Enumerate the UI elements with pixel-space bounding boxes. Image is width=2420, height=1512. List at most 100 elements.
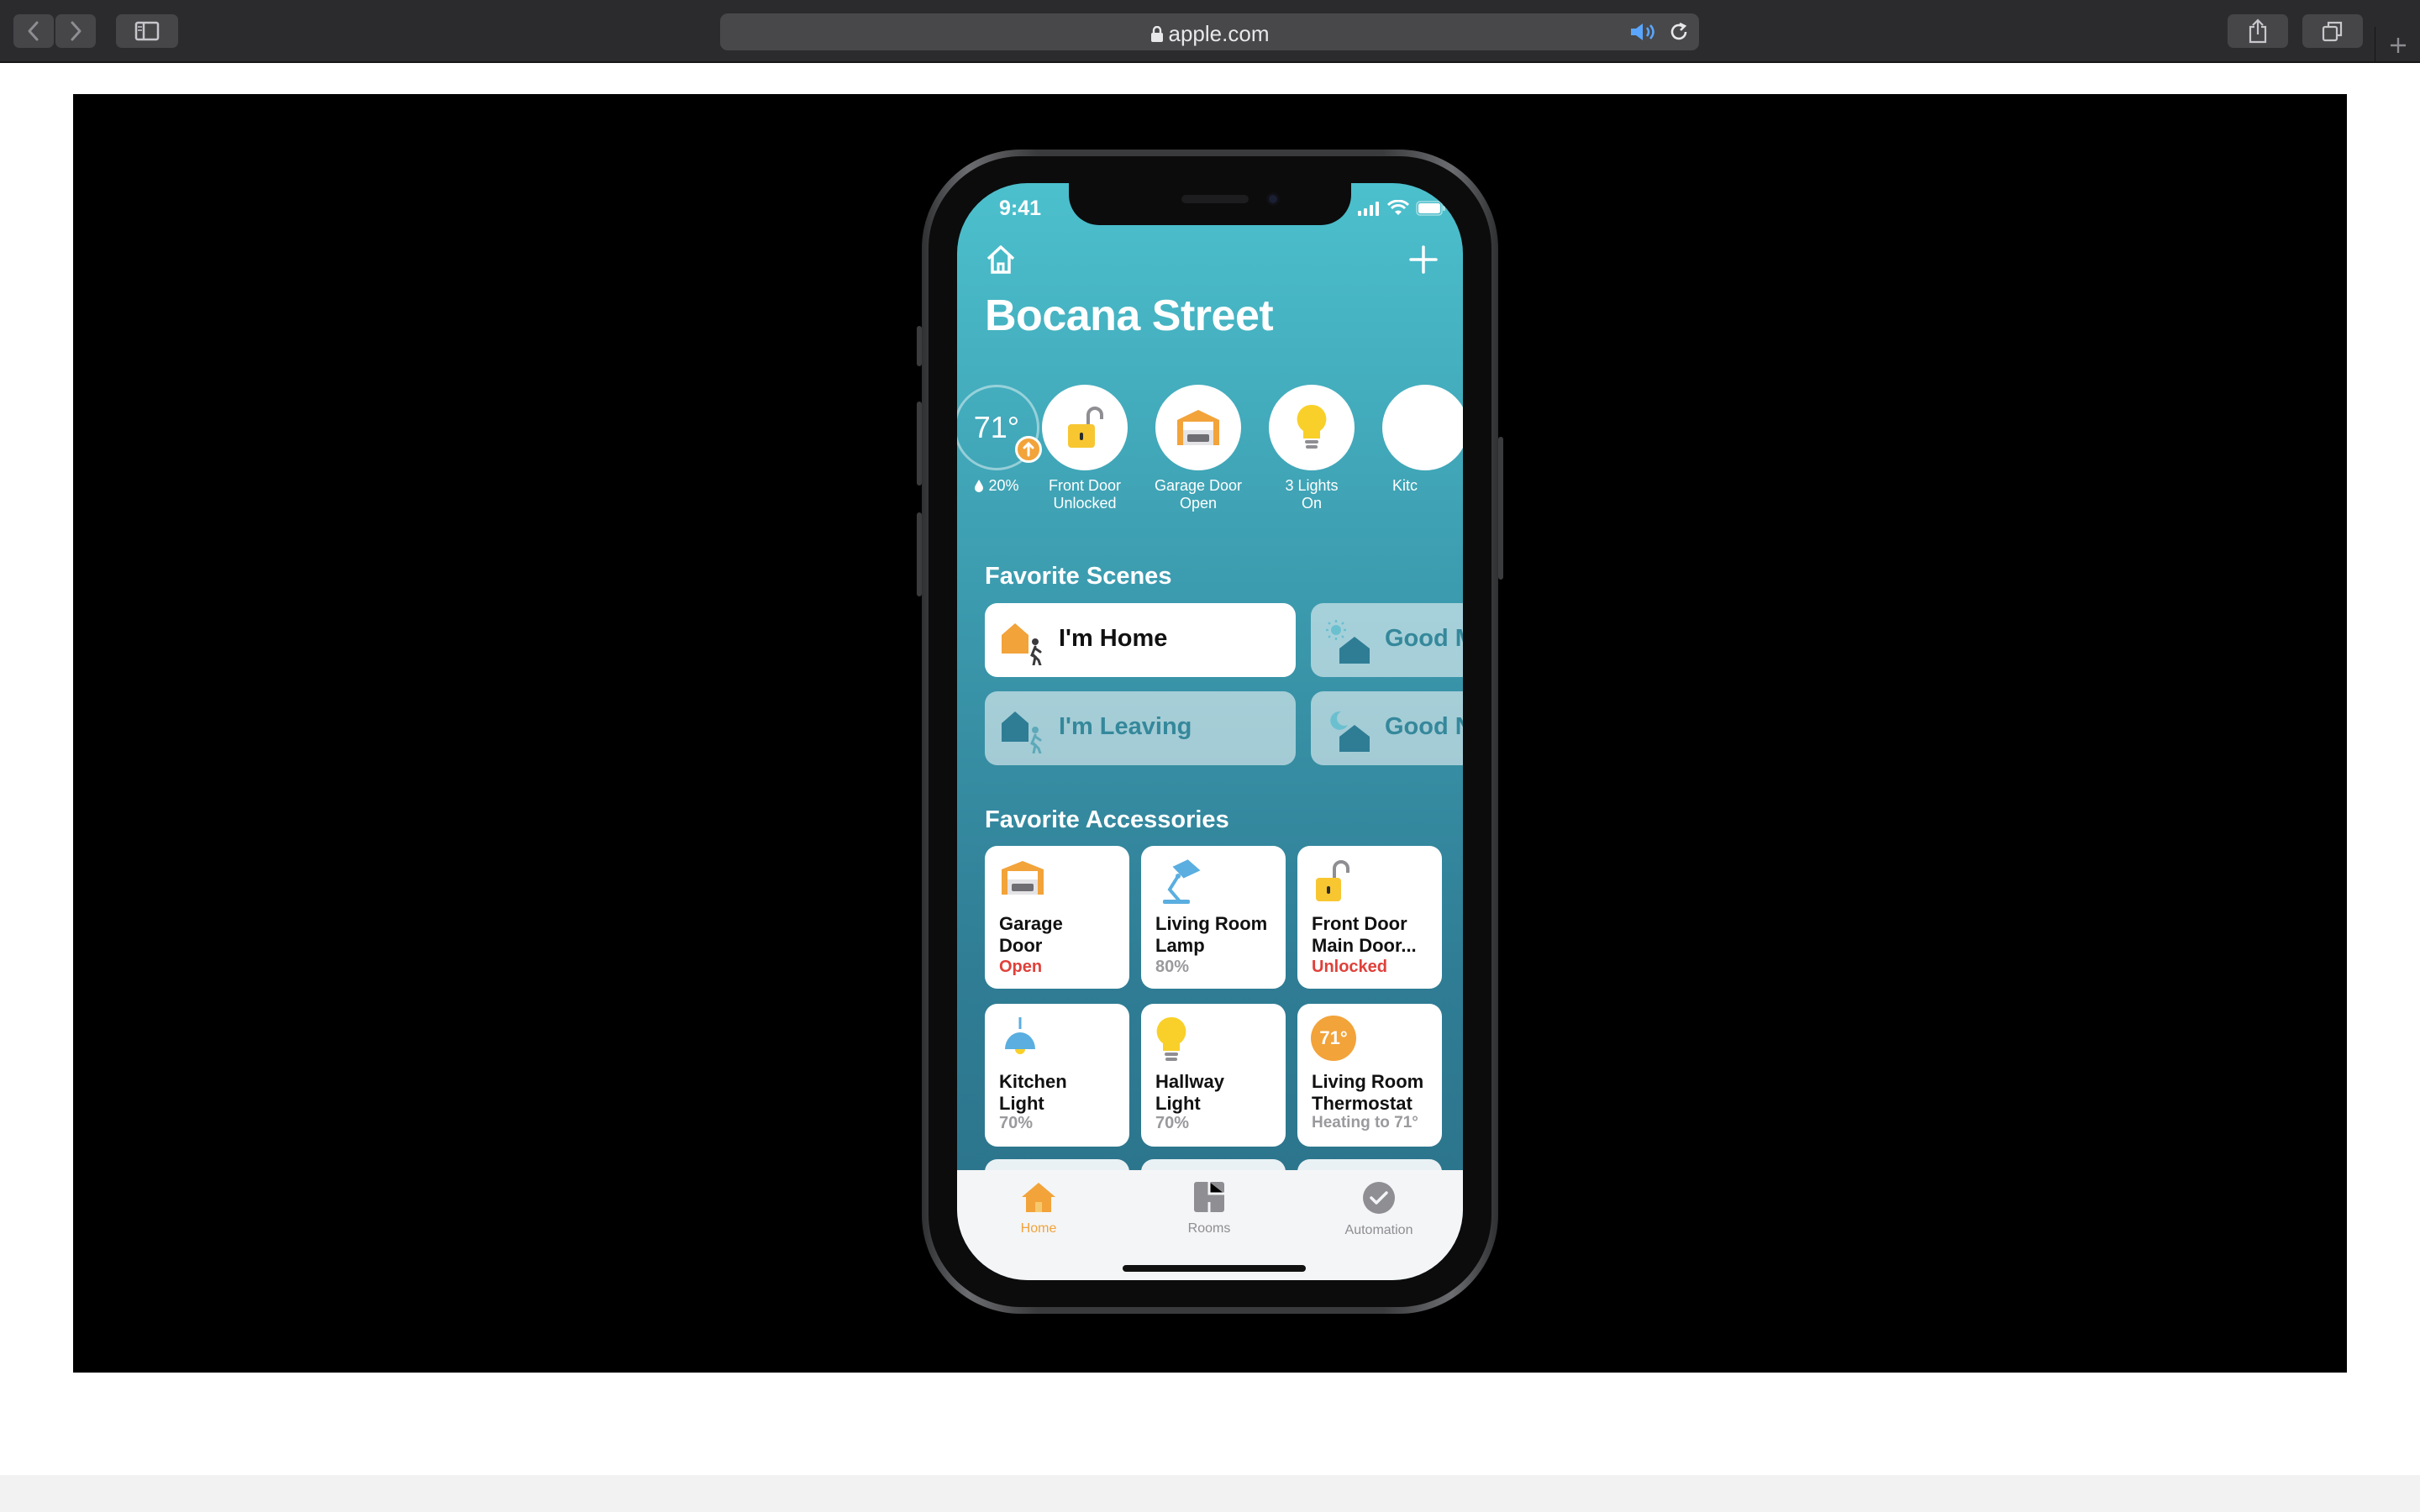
accessory-name: Door xyxy=(999,935,1043,956)
temperature-dial: 71° xyxy=(957,385,1042,470)
favorite-accessories-title: Favorite Accessories xyxy=(985,806,1229,833)
back-button[interactable] xyxy=(13,14,54,48)
home-arrive-icon xyxy=(1002,623,1042,665)
share-icon xyxy=(2249,18,2267,44)
house-icon xyxy=(1022,1183,1055,1212)
sidebar-button[interactable] xyxy=(116,14,178,48)
kitchen-label: Kitc xyxy=(1392,477,1418,494)
garage-door-state: Open xyxy=(1179,495,1218,512)
home-title: Bocana Street xyxy=(985,291,1274,340)
reload-icon[interactable] xyxy=(1668,21,1690,43)
browser-toolbar: apple.com xyxy=(0,0,2420,63)
accessory-state: 80% xyxy=(1155,958,1190,976)
side-button xyxy=(1498,437,1503,580)
tab-automation[interactable]: Automation xyxy=(1328,1180,1429,1238)
sun-home-icon xyxy=(1326,620,1370,664)
new-tab-button[interactable] xyxy=(2375,27,2420,63)
home-indicator[interactable] xyxy=(1123,1265,1306,1272)
accessory-garage-door[interactable]: Garage Door Open xyxy=(985,846,1129,989)
signal-icon xyxy=(1358,201,1379,216)
lock-open-icon xyxy=(1316,860,1349,901)
accessory-state: Heating to 71° xyxy=(1312,1114,1418,1131)
notch xyxy=(1069,183,1351,225)
battery-icon xyxy=(1416,200,1445,216)
home-icon[interactable] xyxy=(984,244,1018,276)
lock-open-icon xyxy=(1068,407,1103,448)
lock-icon xyxy=(1150,26,1163,42)
front-door-state: Unlocked xyxy=(1053,495,1117,512)
accessory-name: Hallway xyxy=(1155,1071,1224,1092)
accessory-kitchen-light[interactable]: Kitchen Light 70% xyxy=(985,1004,1129,1147)
scene-im-home[interactable]: I'm Home xyxy=(985,603,1296,677)
scene-good-morning[interactable]: Good M xyxy=(1311,603,1463,677)
accessory-name: Main Door... xyxy=(1312,935,1417,956)
accessory-name: Living Room xyxy=(1155,913,1268,934)
garage-door-label: Garage Door xyxy=(1154,477,1243,494)
address-bar[interactable]: apple.com xyxy=(720,13,1699,50)
home-app-screen: 9:41 Bocana Street 71° Front Door 20% xyxy=(957,183,1463,1280)
front-door-label: Front Door xyxy=(1048,477,1122,494)
accessory-state: 70% xyxy=(1155,1114,1190,1132)
accessory-name: Lamp xyxy=(1155,935,1205,956)
scene-label: I'm Leaving xyxy=(1059,713,1192,740)
garage-door-status[interactable]: Garage Door Open xyxy=(1144,385,1253,512)
home-leave-icon xyxy=(1002,711,1042,753)
front-camera xyxy=(1266,192,1280,206)
tabs-icon xyxy=(2322,21,2343,42)
accessory-state: Open xyxy=(999,958,1043,976)
chevron-left-icon xyxy=(28,21,39,41)
status-row: 71° Front Door 20% Front DoorUnlocked Gar… xyxy=(957,385,1463,519)
status-icons xyxy=(1357,200,1446,216)
scene-label: I'm Home xyxy=(1059,625,1168,652)
scene-good-night[interactable]: Good N xyxy=(1311,691,1463,765)
garage-icon xyxy=(1177,410,1219,445)
accessory-name: Light xyxy=(1155,1093,1201,1114)
kitchen-status-partial[interactable]: Kitc xyxy=(1370,385,1463,495)
accessory-name: Kitchen xyxy=(999,1071,1067,1092)
accessory-name: Light xyxy=(999,1093,1044,1114)
accessory-name: Thermostat xyxy=(1312,1093,1413,1114)
thermostat-icon: 71° xyxy=(1311,1016,1356,1061)
url-text: apple.com xyxy=(1168,21,1270,46)
tab-bar: Home Rooms Automation xyxy=(957,1170,1463,1280)
front-door-status[interactable]: Front Door Unlocked xyxy=(1030,385,1139,512)
droplet-icon xyxy=(975,480,984,492)
accessory-living-room-thermostat[interactable]: 71° Living Room Thermostat Heating to 71° xyxy=(1297,1004,1442,1147)
share-button[interactable] xyxy=(2228,14,2288,48)
wifi-icon xyxy=(1387,200,1409,215)
lamp-icon xyxy=(1163,859,1201,904)
automation-icon xyxy=(1363,1182,1395,1214)
pendant-light-icon xyxy=(1005,1017,1035,1054)
accessory-name: Living Room xyxy=(1312,1071,1424,1092)
lights-state: On xyxy=(1301,495,1322,512)
favorite-scenes-title: Favorite Scenes xyxy=(985,563,1172,590)
speaker-icon[interactable] xyxy=(1629,21,1658,43)
bulb-icon xyxy=(1297,404,1327,449)
tabs-button[interactable] xyxy=(2302,14,2363,48)
sidebar-icon xyxy=(134,21,160,41)
tab-label: Home xyxy=(1020,1221,1057,1236)
accessory-front-door[interactable]: Front Door Main Door... Unlocked xyxy=(1297,846,1442,989)
forward-button[interactable] xyxy=(55,14,96,48)
accessory-state: Unlocked xyxy=(1312,958,1388,976)
silent-switch xyxy=(917,326,922,366)
scene-label: Good M xyxy=(1385,625,1463,652)
add-icon[interactable] xyxy=(1409,245,1438,274)
accessory-living-room-lamp[interactable]: Living Room Lamp 80% xyxy=(1141,846,1286,989)
scene-label: Good N xyxy=(1385,713,1463,740)
accessory-state: 70% xyxy=(999,1114,1034,1132)
bulb-icon xyxy=(1156,1016,1186,1061)
garage-icon xyxy=(1002,861,1044,895)
temperature-value: 71° xyxy=(973,410,1020,444)
tab-label: Automation xyxy=(1344,1223,1413,1237)
tab-rooms[interactable]: Rooms xyxy=(1159,1180,1260,1236)
tab-home[interactable]: Home xyxy=(988,1180,1089,1236)
status-time: 9:41 xyxy=(999,197,1042,220)
scene-im-leaving[interactable]: I'm Leaving xyxy=(985,691,1296,765)
accessory-hallway-light[interactable]: Hallway Light 70% xyxy=(1141,1004,1286,1147)
lights-status[interactable]: 3 Lights On xyxy=(1257,385,1366,512)
plus-icon xyxy=(2390,37,2406,53)
moon-home-icon xyxy=(1330,711,1370,752)
address-url: apple.com xyxy=(720,21,1699,47)
chevron-right-icon xyxy=(71,21,82,41)
